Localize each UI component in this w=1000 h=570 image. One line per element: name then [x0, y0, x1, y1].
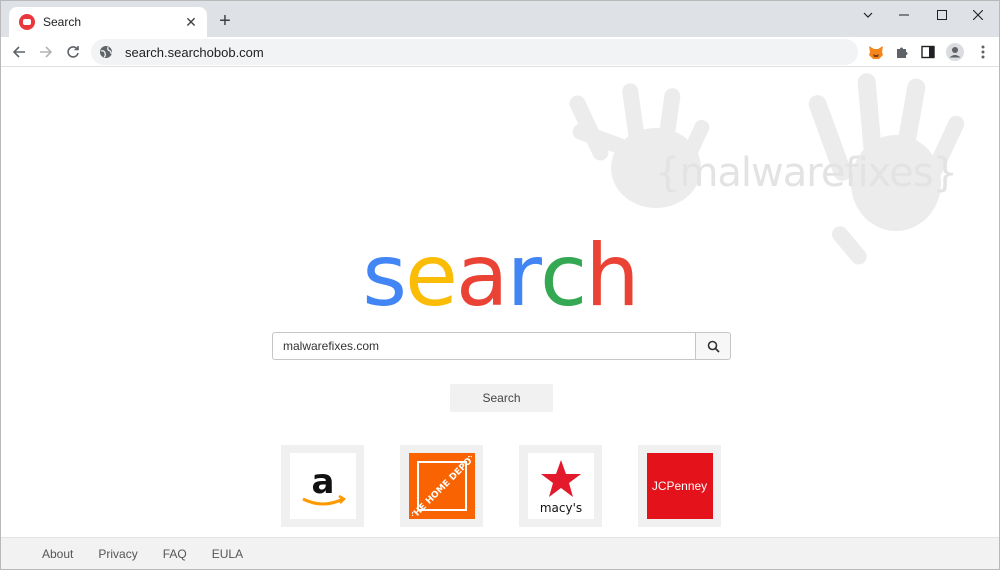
- tab-search-menu-icon[interactable]: [849, 1, 887, 29]
- search-bar: malwarefixes.com: [272, 332, 731, 360]
- home-depot-logo-text: THE HOME DEPOT: [412, 456, 472, 516]
- tab-strip: Search ✕ +: [1, 1, 999, 37]
- search-button[interactable]: Search: [450, 384, 553, 412]
- address-bar[interactable]: search.searchobob.com: [91, 39, 858, 65]
- footer-link-faq[interactable]: FAQ: [163, 547, 187, 561]
- minimize-icon[interactable]: [885, 1, 923, 29]
- search-logo: search: [1, 233, 999, 319]
- logo-letter: e: [405, 226, 458, 326]
- tile-amazon[interactable]: a: [281, 445, 364, 527]
- logo-letter: c: [539, 226, 587, 326]
- logo-letter: r: [506, 226, 542, 326]
- footer-link-about[interactable]: About: [42, 547, 73, 561]
- maximize-icon[interactable]: [923, 1, 961, 29]
- tile-home-depot[interactable]: THE HOME DEPOT: [400, 445, 483, 527]
- watermark-text: {malwarefixes}: [655, 150, 958, 196]
- amazon-logo-icon: a: [289, 453, 356, 519]
- logo-letter: h: [585, 226, 639, 326]
- back-arrow-icon[interactable]: [7, 40, 31, 64]
- logo-letter: s: [362, 226, 407, 326]
- profile-avatar-icon[interactable]: [945, 42, 965, 62]
- logo-letter: a: [455, 226, 509, 326]
- window-close-icon[interactable]: [959, 1, 997, 29]
- jcpenney-logo-icon: JCPenney: [646, 453, 713, 519]
- tab-title: Search: [43, 15, 82, 29]
- page-content: {malwarefixes} search malwarefixes.com S…: [1, 68, 999, 569]
- browser-window: Search ✕ + search.searchobob.com {malwar…: [0, 0, 1000, 570]
- search-input[interactable]: malwarefixes.com: [272, 332, 695, 360]
- new-tab-button[interactable]: +: [215, 11, 235, 31]
- jcpenney-logo-text: JCPenney: [651, 479, 708, 493]
- shortcut-tiles: a THE HOME DEPOT macy's JCPenney: [281, 445, 721, 527]
- close-icon[interactable]: ✕: [183, 14, 199, 30]
- search-icon[interactable]: [695, 332, 731, 360]
- macys-logo-icon: macy's: [527, 453, 594, 519]
- reload-icon[interactable]: [61, 40, 85, 64]
- amazon-logo-text: a: [311, 462, 334, 502]
- footer-link-eula[interactable]: EULA: [212, 547, 243, 561]
- site-favicon-icon: [19, 14, 35, 30]
- tab-search[interactable]: Search ✕: [9, 7, 207, 37]
- forward-arrow-icon[interactable]: [34, 40, 58, 64]
- extensions-puzzle-icon[interactable]: [892, 42, 912, 62]
- footer: About Privacy FAQ EULA: [1, 537, 999, 569]
- metamask-fox-icon[interactable]: [866, 42, 886, 62]
- side-panel-icon[interactable]: [918, 42, 938, 62]
- footer-link-privacy[interactable]: Privacy: [98, 547, 137, 561]
- browser-toolbar: search.searchobob.com: [1, 37, 999, 67]
- tile-jcpenney[interactable]: JCPenney: [638, 445, 721, 527]
- macys-logo-text: macy's: [539, 501, 581, 515]
- globe-icon[interactable]: [99, 45, 113, 59]
- tile-macys[interactable]: macy's: [519, 445, 602, 527]
- url-text: search.searchobob.com: [125, 44, 264, 60]
- more-menu-icon[interactable]: [973, 42, 993, 62]
- home-depot-logo-icon: THE HOME DEPOT: [408, 453, 475, 519]
